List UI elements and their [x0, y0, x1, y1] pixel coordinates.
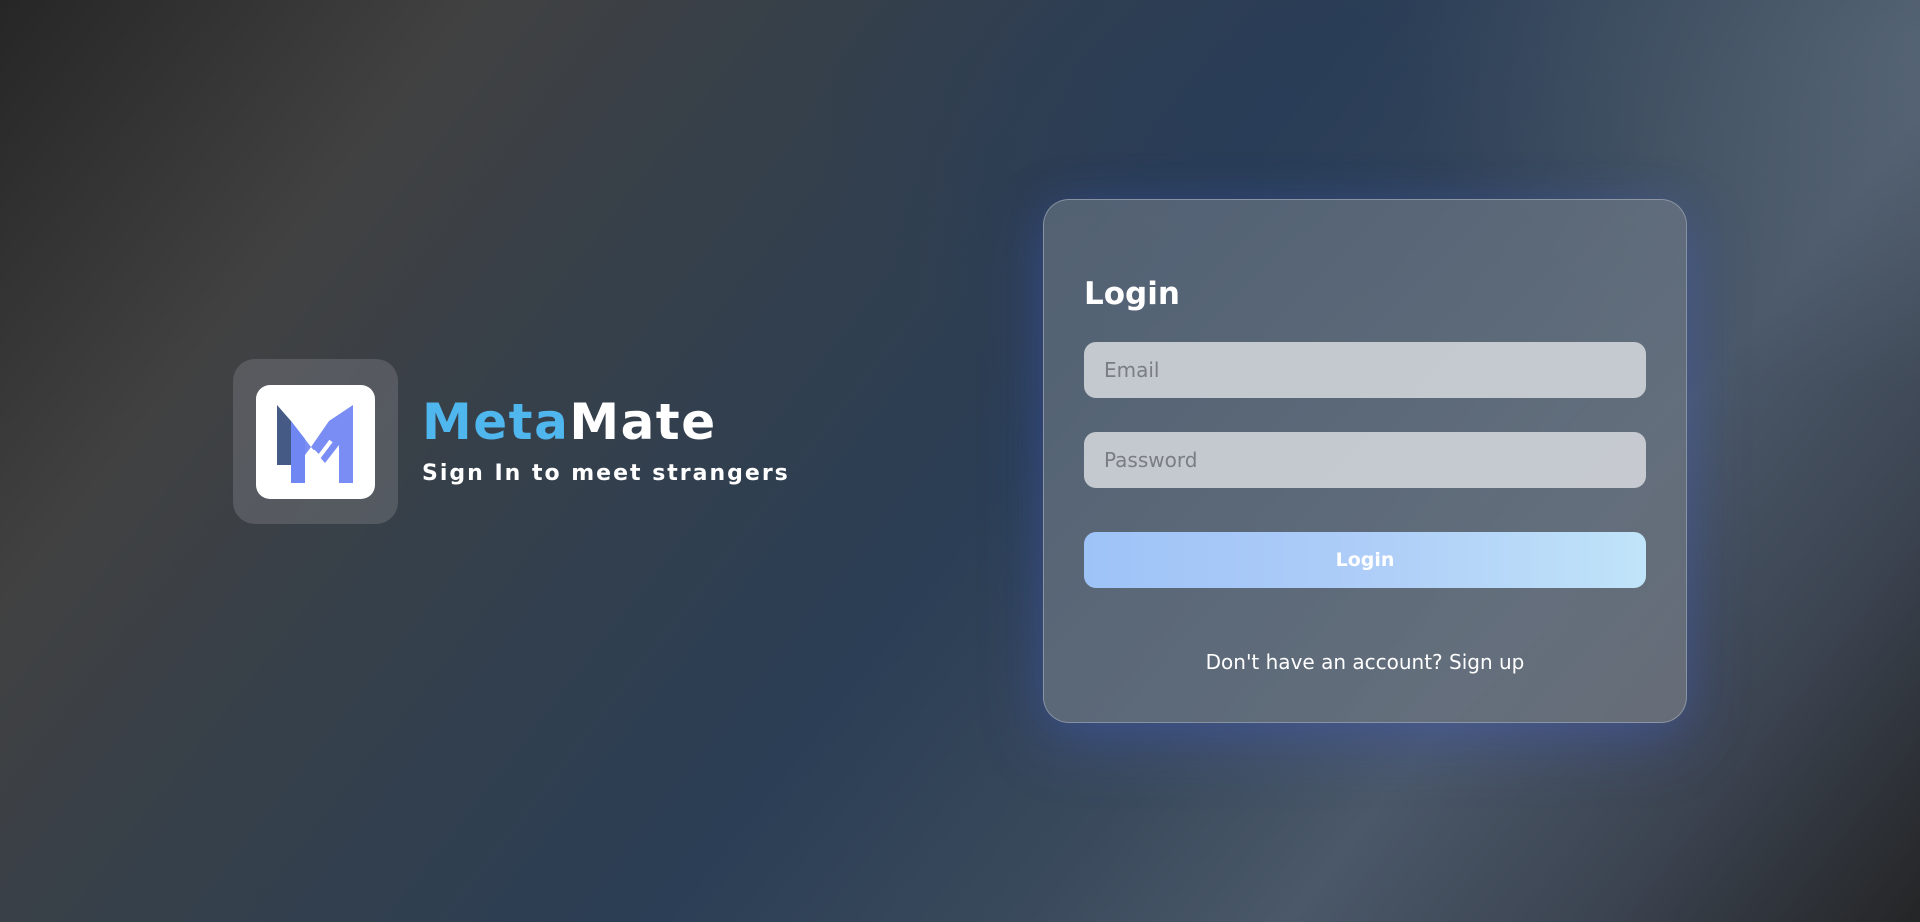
login-button[interactable]: Login: [1084, 532, 1646, 588]
logo-icon: [256, 384, 375, 499]
signup-line: Don't have an account? Sign up: [1084, 650, 1646, 674]
brand-tagline: Sign In to meet strangers: [422, 461, 790, 486]
login-title: Login: [1084, 276, 1180, 312]
brand-title: MetaMate: [422, 397, 790, 447]
signup-prompt: Don't have an account?: [1205, 650, 1443, 674]
logo-tile: [233, 359, 398, 524]
metamate-m-logo-icon: [276, 404, 353, 483]
email-field[interactable]: [1084, 342, 1646, 398]
signup-link[interactable]: Sign up: [1449, 650, 1524, 674]
brand-block: MetaMate Sign In to meet strangers: [233, 359, 790, 524]
password-field[interactable]: [1084, 432, 1646, 488]
brand-text: MetaMate Sign In to meet strangers: [422, 397, 790, 486]
brand-name-mate: Mate: [569, 393, 717, 451]
login-card: Login Login Don't have an account? Sign …: [1043, 199, 1687, 723]
brand-name-meta: Meta: [422, 393, 570, 451]
